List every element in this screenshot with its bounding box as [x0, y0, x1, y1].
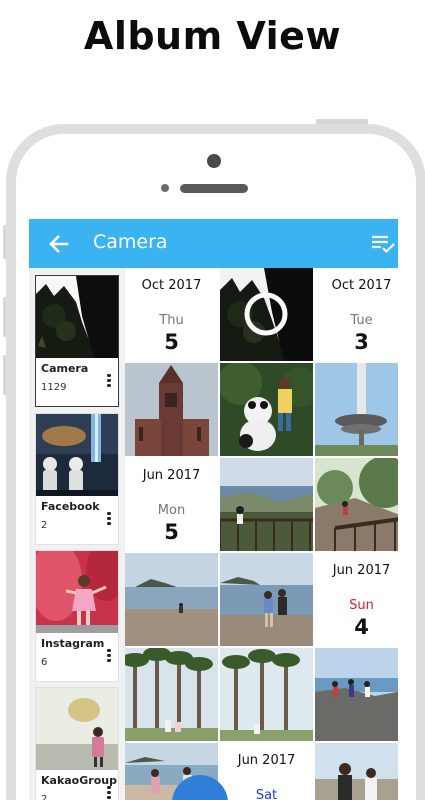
- album-sidebar: Camera 1129 Facebook 2 Instagram 6 Kakao…: [29, 268, 125, 800]
- album-item-instagram[interactable]: Instagram 6: [35, 550, 119, 682]
- album-item-camera[interactable]: Camera 1129: [35, 275, 119, 407]
- photo-tile-video[interactable]: [220, 268, 313, 361]
- photo-thumbnail: [220, 268, 313, 361]
- date-month: Jun 2017: [142, 468, 201, 483]
- album-item-facebook[interactable]: Facebook 2: [35, 413, 119, 545]
- more-vert-icon[interactable]: [104, 372, 114, 390]
- photo-tile[interactable]: [220, 648, 313, 741]
- arrow-left-icon: [49, 235, 69, 253]
- photo-thumbnail: [125, 553, 218, 646]
- photo-thumbnail: [315, 743, 398, 800]
- album-thumbnail: [36, 414, 118, 496]
- photo-thumbnail: [220, 458, 313, 551]
- front-camera: [207, 154, 221, 168]
- photo-thumbnail: [315, 648, 398, 741]
- album-count: 2: [41, 794, 48, 800]
- photo-tile[interactable]: [220, 458, 313, 551]
- photo-tile[interactable]: [125, 363, 218, 456]
- album-thumbnail: [36, 688, 118, 770]
- date-month: Oct 2017: [331, 278, 392, 293]
- list-check-icon: [372, 235, 395, 254]
- earpiece-speaker: [180, 184, 248, 193]
- date-header: Jun 2017 Sat: [220, 743, 313, 800]
- photo-thumbnail: [315, 458, 398, 551]
- album-name: Facebook: [41, 500, 100, 513]
- date-month: Jun 2017: [237, 753, 296, 768]
- photo-tile[interactable]: [125, 648, 218, 741]
- date-header: Jun 2017 Sun 4: [315, 553, 398, 646]
- date-month: Jun 2017: [332, 563, 391, 578]
- more-vert-icon[interactable]: [104, 647, 114, 665]
- photo-tile[interactable]: [125, 553, 218, 646]
- photo-thumbnail: [125, 648, 218, 741]
- photo-thumbnail: [315, 363, 398, 456]
- date-header: Jun 2017 Mon 5: [125, 458, 218, 551]
- date-day: 5: [164, 520, 179, 544]
- photo-grid: Oct 2017 Thu 5 Oct 2017 Tue 3 Jun 2017 M…: [125, 268, 398, 800]
- photo-tile[interactable]: [315, 743, 398, 800]
- album-name: Camera: [41, 362, 89, 375]
- album-thumbnail: [36, 276, 118, 358]
- date-month: Oct 2017: [141, 278, 202, 293]
- album-count: 6: [41, 657, 48, 668]
- photo-tile[interactable]: [220, 553, 313, 646]
- more-vert-icon[interactable]: [104, 510, 114, 528]
- date-weekday: Mon: [157, 503, 186, 518]
- back-button[interactable]: [43, 229, 73, 259]
- date-weekday: Sun: [349, 598, 374, 613]
- photo-thumbnail: [220, 553, 313, 646]
- album-title: Camera: [93, 231, 168, 253]
- album-item-kakaogroup[interactable]: KakaoGroup 2: [35, 687, 119, 800]
- proximity-sensor: [161, 184, 169, 192]
- app-screen: Camera Camera 1129 Facebook 2 Instagram …: [29, 219, 398, 800]
- promo-headline: Album View: [83, 14, 342, 58]
- date-day: 5: [164, 330, 179, 354]
- date-weekday: Thu: [159, 313, 184, 328]
- app-bar: Camera: [29, 219, 398, 268]
- album-name: Instagram: [41, 637, 105, 650]
- sort-button[interactable]: [369, 231, 397, 257]
- photo-thumbnail: [220, 648, 313, 741]
- date-weekday: Tue: [350, 313, 373, 328]
- album-count: 2: [41, 520, 48, 531]
- date-header: Oct 2017 Thu 5: [125, 268, 218, 361]
- more-vert-icon[interactable]: [104, 784, 114, 800]
- album-count: 1129: [41, 382, 67, 393]
- date-day: 4: [354, 615, 369, 639]
- album-thumbnail: [36, 551, 118, 633]
- photo-tile[interactable]: [315, 648, 398, 741]
- photo-tile[interactable]: [220, 363, 313, 456]
- date-header: Oct 2017 Tue 3: [315, 268, 398, 361]
- photo-thumbnail: [220, 363, 313, 456]
- date-day: 3: [354, 330, 369, 354]
- date-weekday: Sat: [255, 788, 278, 800]
- photo-thumbnail: [125, 363, 218, 456]
- photo-tile[interactable]: [315, 363, 398, 456]
- photo-tile[interactable]: [315, 458, 398, 551]
